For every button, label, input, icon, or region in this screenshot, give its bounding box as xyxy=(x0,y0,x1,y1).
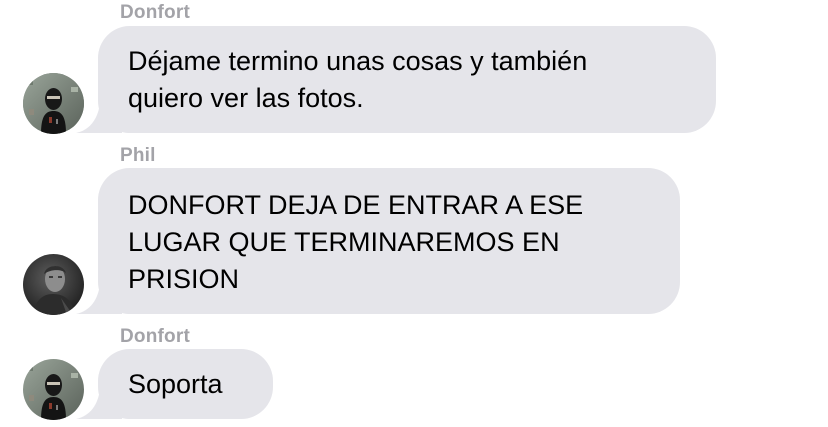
message-bubble[interactable]: DONFORT DEJA DE ENTRAR A ESE LUGAR QUE T… xyxy=(76,168,680,314)
message-text-line: LUGAR QUE TERMINAREMOS EN xyxy=(128,227,560,257)
message-text-line: quiero ver las fotos. xyxy=(128,83,364,113)
masked-figure-avatar[interactable] xyxy=(23,73,84,134)
message-text-line: DONFORT DEJA DE ENTRAR A ESE xyxy=(128,190,584,220)
bw-portrait-avatar[interactable] xyxy=(23,254,84,315)
message-text-line: Soporta xyxy=(128,369,223,399)
masked-figure-avatar[interactable] xyxy=(23,359,84,420)
sender-name: Donfort xyxy=(120,326,190,347)
message-text-line: PRISION xyxy=(128,264,240,294)
message-bubble[interactable]: Déjame termino unas cosas y también quie… xyxy=(76,26,716,133)
message-bubble[interactable]: Soporta xyxy=(76,349,273,419)
sender-name: Phil xyxy=(120,145,156,166)
sender-name: Donfort xyxy=(120,2,190,23)
message-text-line: Déjame termino unas cosas y también xyxy=(128,46,588,76)
